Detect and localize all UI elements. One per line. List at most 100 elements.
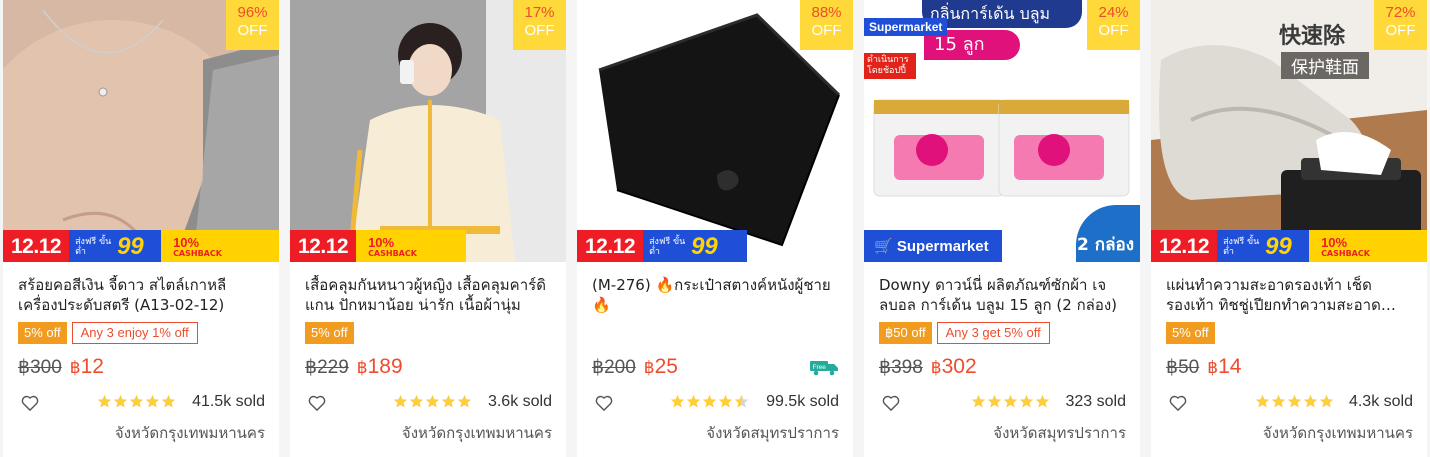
cart-icon: 🛒: [874, 238, 893, 255]
currency-symbol: ฿: [643, 358, 655, 377]
chinese-subtitle: 保护鞋面: [1281, 52, 1369, 79]
discount-percent: 17%: [524, 4, 555, 21]
product-card[interactable]: 快速除 保护鞋面 72% OFF 12.12 ส่งฟรี ขั้นต่ำ 99…: [1151, 0, 1427, 457]
price-block: ฿300 ฿12: [18, 355, 104, 379]
price-block: ฿50 ฿14: [1166, 355, 1241, 379]
star-icon: [129, 394, 144, 408]
discount-percent: 24%: [1098, 4, 1129, 21]
star-icon: [987, 394, 1002, 408]
cashback-promo: 10% CASHBACK: [161, 230, 279, 262]
discount-percent: 88%: [811, 4, 842, 21]
seller-location: จังหวัดสมุทรปราการ: [706, 424, 839, 442]
discount-off-label: OFF: [811, 22, 842, 39]
free-shipping-min: 99: [117, 232, 144, 260]
supermarket-bar: 🛒 Supermarket: [864, 230, 1002, 262]
product-card[interactable]: 96% OFF 12.12 ส่งฟรี ขั้นต่ำ 99 10% CASH…: [3, 0, 279, 457]
star-icon: [718, 394, 733, 408]
discount-off-label: OFF: [1385, 22, 1416, 39]
star-icon: [393, 394, 408, 408]
shopee-fulfilled-badge: ดำเนินการโดยช้อปปี้: [864, 53, 916, 79]
promo-banner: 12.12 ส่งฟรี ขั้นต่ำ 99 10% CASHBACK: [3, 230, 279, 262]
discount-badge: 96% OFF: [226, 0, 279, 50]
promo-tags: 5% off Any 3 enjoy 1% off: [18, 322, 198, 344]
product-title[interactable]: Downy ดาวน์นี่ ผลิตภัณฑ์ซักผ้า เจลบอล กา…: [879, 275, 1129, 315]
product-image[interactable]: 96% OFF 12.12 ส่งฟรี ขั้นต่ำ 99 10% CASH…: [3, 0, 279, 262]
original-price: ฿200: [592, 357, 636, 378]
star-icon: [1287, 394, 1302, 408]
sold-count: 3.6k sold: [487, 393, 552, 410]
product-card[interactable]: 17% OFF 12.12 10% CASHBACK เสื้อคลุมกันห…: [290, 0, 566, 457]
free-shipping-min: 99: [1265, 232, 1292, 260]
sale-price-value: 189: [367, 355, 403, 378]
seller-location: จังหวัดกรุงเทพมหานคร: [1262, 424, 1413, 442]
product-title[interactable]: แผ่นทำความสะอาดรองเท้า เช็ดรองเท้า ทิชชู…: [1166, 275, 1416, 315]
star-icon: [1003, 394, 1018, 408]
cashback-percent: 10%: [1321, 234, 1348, 250]
price-block: ฿229 ฿189: [305, 355, 403, 379]
product-title[interactable]: เสื้อคลุมกันหนาวผู้หญิง เสื้อคลุมคาร์ดิแ…: [305, 275, 555, 315]
discount-badge: 88% OFF: [800, 0, 853, 50]
original-price: ฿300: [18, 357, 62, 378]
free-shipping-promo: ส่งฟรี ขั้นต่ำ 99: [69, 230, 162, 262]
currency-symbol: ฿: [69, 358, 81, 377]
star-icon: [145, 394, 160, 408]
sale-price-value: 14: [1218, 355, 1242, 378]
sold-count: 4.3k sold: [1348, 393, 1413, 410]
promo-banner: 12.12 10% CASHBACK: [290, 230, 566, 262]
promo-tags: 5% off: [305, 322, 354, 344]
product-card[interactable]: กลิ่นการ์เด้น บลูม 15 ลูก Supermarket ดำ…: [864, 0, 1140, 457]
sale-price: ฿12: [70, 355, 104, 379]
star-rating: [1255, 394, 1334, 409]
supermarket-bar-label: Supermarket: [896, 238, 989, 255]
promo-date: 12.12: [3, 230, 70, 262]
product-image[interactable]: 快速除 保护鞋面 72% OFF 12.12 ส่งฟรี ขั้นต่ำ 99…: [1151, 0, 1427, 262]
supermarket-badge: Supermarket: [864, 18, 948, 36]
seller-location: จังหวัดกรุงเทพมหานคร: [401, 424, 552, 442]
seller-location: จังหวัดสมุทรปราการ: [993, 424, 1126, 442]
sale-price: ฿302: [931, 355, 977, 379]
heart-outline-icon[interactable]: [882, 395, 900, 411]
heart-outline-icon[interactable]: [21, 395, 39, 411]
product-card[interactable]: 88% OFF 12.12 ส่งฟรี ขั้นต่ำ 99 (M-276) …: [577, 0, 853, 457]
heart-outline-icon[interactable]: [595, 395, 613, 411]
star-rating: [97, 394, 176, 409]
star-icon: [1303, 394, 1318, 408]
star-rating: [670, 394, 749, 409]
sale-price-value: 12: [80, 355, 104, 378]
promo-date: 12.12: [577, 230, 644, 262]
currency-symbol: ฿: [930, 358, 942, 377]
product-image[interactable]: กลิ่นการ์เด้น บลูม 15 ลูก Supermarket ดำ…: [864, 0, 1140, 262]
promo-banner: 12.12 ส่งฟรี ขั้นต่ำ 99: [577, 230, 747, 262]
heart-outline-icon[interactable]: [308, 395, 326, 411]
heart-outline-icon[interactable]: [1169, 395, 1187, 411]
sale-price-value: 25: [654, 355, 678, 378]
star-icon: [441, 394, 456, 408]
product-title[interactable]: สร้อยคอสีเงิน จี้ดาว สไตล์เกาหลี เครื่อง…: [18, 275, 268, 315]
star-rating: [971, 394, 1050, 409]
product-image[interactable]: 88% OFF 12.12 ส่งฟรี ขั้นต่ำ 99: [577, 0, 853, 262]
product-grid-row: 96% OFF 12.12 ส่งฟรี ขั้นต่ำ 99 10% CASH…: [0, 0, 1430, 457]
cashback-label: CASHBACK: [173, 248, 222, 258]
star-icon: [161, 394, 176, 408]
promo-date: 12.12: [1151, 230, 1218, 262]
free-shipping-promo: ส่งฟรี ขั้นต่ำ 99: [643, 230, 747, 262]
cashback-label: CASHBACK: [368, 248, 417, 258]
star-icon: [670, 394, 685, 408]
discount-tag: 5% off: [305, 322, 354, 344]
discount-tag: 5% off: [18, 322, 67, 344]
star-icon: [457, 394, 472, 408]
discount-off-label: OFF: [524, 22, 555, 39]
original-price: ฿50: [1166, 357, 1200, 378]
product-title[interactable]: (M-276) 🔥กระเป๋าสตางค์หนังผู้ชาย 🔥: [592, 275, 842, 315]
discount-tag: ฿50 off: [879, 322, 932, 344]
discount-percent: 72%: [1385, 4, 1416, 21]
bundle-deal-tag: Any 3 get 5% off: [936, 322, 1050, 344]
price-block: ฿398 ฿302: [879, 355, 977, 379]
currency-symbol: ฿: [1207, 358, 1219, 377]
discount-badge: 17% OFF: [513, 0, 566, 50]
star-icon: [1255, 394, 1270, 408]
product-image[interactable]: 17% OFF 12.12 10% CASHBACK: [290, 0, 566, 262]
free-shipping-text: Free: [813, 364, 827, 371]
discount-percent: 96%: [237, 4, 268, 21]
seller-location: จังหวัดกรุงเทพมหานคร: [114, 424, 265, 442]
